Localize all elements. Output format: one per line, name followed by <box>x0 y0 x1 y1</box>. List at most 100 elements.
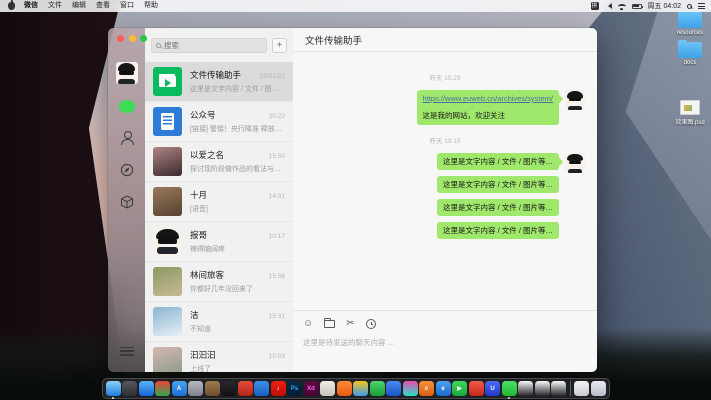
wifi-icon[interactable] <box>618 4 626 9</box>
dock-icon-docker[interactable] <box>254 381 269 396</box>
dock-icon-orange-c[interactable]: c <box>419 381 434 396</box>
dock-icon-qq-1[interactable] <box>518 381 533 396</box>
running-indicator <box>112 397 114 399</box>
more-menu-button[interactable] <box>120 344 134 358</box>
dock-icon-red-circle[interactable] <box>469 381 484 396</box>
message-input-text[interactable]: 这里是待发送的聊天内容 … <box>303 337 587 348</box>
zoom-button[interactable] <box>140 35 147 42</box>
message-bubble: 这里是文字内容 / 文件 / 图片等… <box>437 222 559 239</box>
sender-avatar <box>565 153 585 173</box>
emoji-icon[interactable]: ☺ <box>303 318 313 330</box>
search-box[interactable] <box>151 38 267 53</box>
dock-icon-archive-box[interactable] <box>205 381 220 396</box>
minimize-button[interactable] <box>129 35 136 42</box>
chat-avatar <box>153 67 182 96</box>
dock-icon-adobe-xd[interactable]: Xd <box>304 381 319 396</box>
chat-avatar <box>153 147 182 176</box>
dock: A ♪PsXd ce▶ U <box>102 378 610 399</box>
chat-avatar <box>153 107 182 136</box>
dock-icon-netease-music[interactable]: ♪ <box>271 381 286 396</box>
message-link[interactable]: https://www.euweb.cn/archives/system/ <box>423 94 553 103</box>
menu-file[interactable]: 文件 <box>43 0 67 12</box>
chat-row[interactable]: 报哥10:17辣得脑阔疼 <box>145 222 293 262</box>
dock-icon-preview[interactable] <box>188 381 203 396</box>
dock-icon-chrome[interactable] <box>155 381 170 396</box>
timestamp: 昨天 15:29 <box>305 72 585 82</box>
dock-icon-sogou[interactable] <box>337 381 352 396</box>
running-indicator <box>508 397 510 399</box>
dock-icon-settings-color[interactable] <box>353 381 368 396</box>
search-input[interactable] <box>164 41 262 50</box>
menu-edit[interactable]: 编辑 <box>67 0 91 12</box>
dock-icon-sketch-gray[interactable] <box>320 381 335 396</box>
dock-icon-finder[interactable] <box>106 381 121 396</box>
psd-file-icon <box>680 100 700 115</box>
dock-icon-terminal[interactable] <box>221 381 236 396</box>
menu-bar-clock[interactable]: 周五 04:02 <box>648 1 681 11</box>
mini-programs-tab[interactable] <box>118 194 136 210</box>
add-chat-button[interactable]: + <box>272 38 287 53</box>
dock-icon-green-app[interactable] <box>370 381 385 396</box>
input-method-icon[interactable]: 拼 <box>591 2 599 10</box>
message-outgoing: 这里是文字内容 / 文件 / 图片等… <box>305 176 585 196</box>
chats-tab[interactable] <box>118 98 136 114</box>
dock-icon-adobe-red[interactable] <box>238 381 253 396</box>
dock-icon-player-green[interactable]: ▶ <box>452 381 467 396</box>
message-bubble: https://www.euweb.cn/archives/system/ 这是… <box>417 90 559 125</box>
dock-icon-safari[interactable] <box>139 381 154 396</box>
screenshot-scissors-icon[interactable]: ✂ <box>346 318 354 330</box>
chat-row-file-transfer[interactable]: 文件传输助手19/01/22这里是文字内容 / 文件 / 图片等… <box>145 62 293 102</box>
volume-icon[interactable] <box>605 3 612 9</box>
chat-row[interactable]: 洁15:31不知道 <box>145 302 293 342</box>
apple-menu-icon[interactable] <box>8 2 15 10</box>
dock-icon-browser-e[interactable]: e <box>436 381 451 396</box>
dock-icon-qq-3[interactable] <box>551 381 566 396</box>
folder-icon <box>678 42 702 58</box>
chat-avatar <box>153 347 182 372</box>
message-outgoing: 这里是文字内容 / 文件 / 图片等… <box>305 222 585 242</box>
dock-icon-pinwheel[interactable] <box>403 381 418 396</box>
chat-list-panel: + 文件传输助手19/01/22这里是文字内容 / 文件 / 图片等… 公众号2… <box>145 28 293 372</box>
send-file-icon[interactable] <box>324 320 335 328</box>
chat-row[interactable]: 林间旅客15:56你都好几年没回来了 <box>145 262 293 302</box>
user-avatar[interactable] <box>116 62 138 84</box>
message-bubble: 这里是文字内容 / 文件 / 图片等… <box>437 176 559 193</box>
dock-icon-youdao-u[interactable]: U <box>485 381 500 396</box>
dock-icon-launchpad[interactable] <box>122 381 137 396</box>
battery-icon[interactable] <box>632 4 642 9</box>
desktop-folder-2[interactable]: docs <box>668 42 711 66</box>
chat-list: 文件传输助手19/01/22这里是文字内容 / 文件 / 图片等… 公众号20:… <box>145 62 293 372</box>
chat-row[interactable]: 十月14:31[语音] <box>145 182 293 222</box>
dock-icon-trash[interactable] <box>591 381 606 396</box>
chat-row-official-accounts[interactable]: 公众号20:22[链接] 警惕！央行降准 释放资… <box>145 102 293 142</box>
menu-view[interactable]: 查看 <box>91 0 115 12</box>
chat-row[interactable]: 汩汩汩15:03上线了 <box>145 342 293 372</box>
menu-help[interactable]: 帮助 <box>139 0 163 12</box>
desktop-folder-1[interactable]: resources <box>668 12 711 36</box>
window-controls <box>108 35 147 42</box>
contacts-tab[interactable] <box>118 130 136 146</box>
discover-tab[interactable] <box>118 162 136 178</box>
desktop-file-psd[interactable]: 效果图.psd <box>668 100 711 126</box>
message-outgoing: https://www.euweb.cn/archives/system/ 这是… <box>305 90 585 125</box>
chat-history-icon[interactable] <box>366 319 376 329</box>
chat-row[interactable]: 以爱之名15:50探讨现阶段做作品的看法与确… <box>145 142 293 182</box>
dock-icon-compass-blue[interactable] <box>386 381 401 396</box>
dock-icon-documents-stack[interactable] <box>574 381 589 396</box>
menu-wechat[interactable]: 微信 <box>19 0 43 12</box>
close-button[interactable] <box>117 35 124 42</box>
dock-icon-wechat[interactable] <box>502 381 517 396</box>
dock-icon-photoshop[interactable]: Ps <box>287 381 302 396</box>
chat-avatar <box>153 267 182 296</box>
sender-avatar <box>565 90 585 110</box>
notification-center-icon[interactable] <box>698 3 705 9</box>
dock-icon-qq-2[interactable] <box>535 381 550 396</box>
folder-icon <box>678 12 702 28</box>
message-text: 这是我的网站，欢迎关注 <box>423 110 553 121</box>
spotlight-search-icon[interactable] <box>687 4 692 9</box>
desktop: 微信 文件 编辑 查看 窗口 帮助 拼 周五 04:02 resources d… <box>0 0 711 400</box>
dock-icon-app-store[interactable]: A <box>172 381 187 396</box>
message-input-area[interactable]: ☺ ✂ 这里是待发送的聊天内容 … <box>293 310 597 372</box>
chat-avatar <box>153 307 182 336</box>
menu-window[interactable]: 窗口 <box>115 0 139 12</box>
